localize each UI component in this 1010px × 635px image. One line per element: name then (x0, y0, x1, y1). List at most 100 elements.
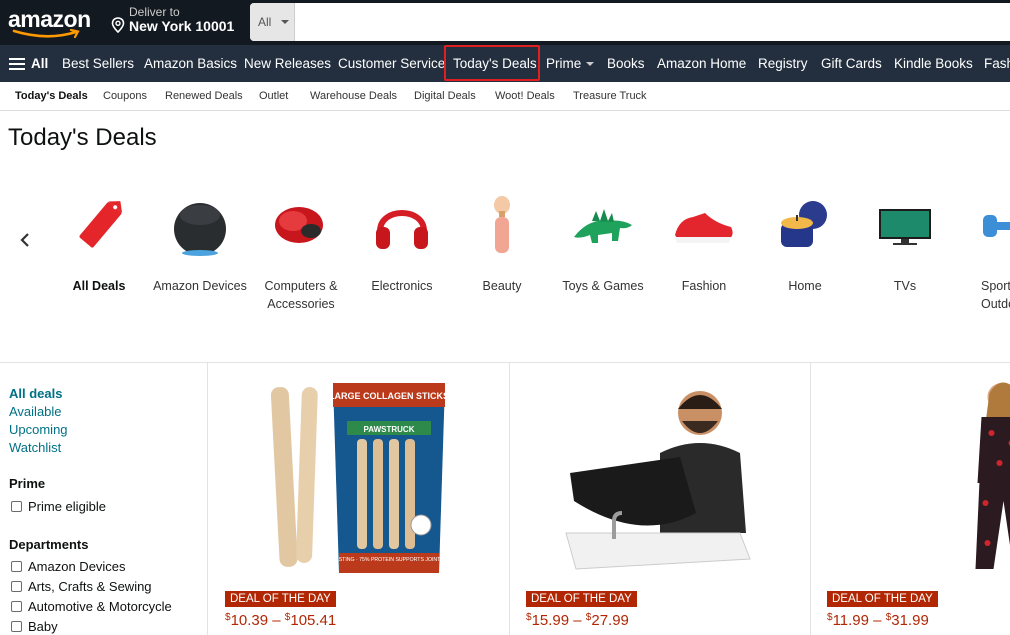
department-checkbox-baby[interactable]: Baby (11, 619, 58, 634)
category-label: Beauty (482, 279, 522, 293)
category-label: All Deals (72, 279, 126, 293)
checkbox-icon (11, 581, 22, 592)
sneaker-icon (675, 213, 733, 243)
search-category-dropdown[interactable]: All (250, 3, 295, 41)
hamburger-menu-icon (9, 57, 25, 70)
brush-icon (494, 196, 510, 253)
deal-card[interactable]: LARGE COLLAGEN STICKS PAWSTRUCK LONG LAS… (209, 363, 510, 635)
deal-card[interactable]: DEAL OF THE DAY $11.99 – $31.99 (811, 363, 1010, 635)
deals-subnav: Today's Deals Coupons Renewed Deals Outl… (0, 82, 1010, 111)
category-label: Sport Outdo (981, 279, 1010, 311)
checkbox-label: Prime eligible (28, 499, 107, 514)
price-high: 27.99 (591, 612, 629, 629)
price-separator: – (869, 612, 886, 629)
price-low: 15.99 (531, 612, 570, 629)
chevron-down-icon (281, 20, 290, 24)
category-label: Home (788, 279, 822, 293)
nav-item-customer-service[interactable]: Customer Service (338, 45, 445, 82)
candle-icon (781, 201, 827, 247)
top-header: amazon Deliver to New York 10001 All (0, 0, 1010, 45)
search-category-label: All (258, 15, 272, 29)
nav-item-amazon-basics[interactable]: Amazon Basics (144, 45, 237, 82)
prime-heading: Prime (9, 476, 46, 491)
subnav-treasure-truck[interactable]: Treasure Truck (573, 90, 647, 102)
category-label: Amazon Devices (153, 279, 247, 293)
nav-item-prime[interactable]: Prime (546, 45, 595, 82)
nav-prime-label: Prime (546, 56, 582, 71)
echo-speaker-icon (174, 203, 226, 256)
product-image-pajama-set (975, 382, 1010, 569)
checkbox-label: Arts, Crafts & Sewing (28, 579, 152, 594)
headphones-icon (376, 210, 428, 249)
carousel-prev-button[interactable] (18, 232, 32, 248)
nav-item-kindle-books[interactable]: Kindle Books (894, 45, 973, 82)
red-tag-icon (79, 201, 123, 248)
nav-item-fashion[interactable]: Fash (984, 45, 1010, 82)
smile-arrow-icon (12, 29, 80, 39)
nav-item-new-releases[interactable]: New Releases (244, 45, 331, 82)
department-checkbox-arts-crafts[interactable]: Arts, Crafts & Sewing (11, 579, 152, 594)
todays-deals-highlight-box (444, 45, 540, 81)
deal-price: $15.99 – $27.99 (526, 612, 629, 629)
price-separator: – (569, 612, 586, 629)
subnav-renewed-deals[interactable]: Renewed Deals (165, 90, 243, 102)
nav-item-registry[interactable]: Registry (758, 45, 808, 82)
deal-price: $10.39 – $105.41 (225, 612, 336, 629)
product-package-brand: PAWSTRUCK (364, 425, 415, 434)
subnav-todays-deals[interactable]: Today's Deals (15, 90, 88, 102)
filter-all-deals[interactable]: All deals (9, 386, 62, 401)
checkbox-label: Baby (28, 619, 58, 634)
location-pin-icon (111, 17, 125, 33)
filter-watchlist[interactable]: Watchlist (9, 440, 61, 455)
mouse-icon (275, 207, 323, 243)
filter-upcoming[interactable]: Upcoming (9, 422, 68, 437)
category-label: Computers & Accessories (264, 279, 338, 311)
checkbox-label: Automotive & Motorcycle (28, 599, 172, 614)
checkbox-icon (11, 621, 22, 632)
search-input[interactable] (296, 3, 1010, 41)
product-package-tagline: LONG LASTING · 75% PROTEIN SUPPORTS JOIN… (316, 557, 462, 563)
deliver-label: Deliver to (129, 5, 180, 19)
filters-sidebar: All deals Available Upcoming Watchlist P… (0, 363, 208, 635)
checkbox-label: Amazon Devices (28, 559, 126, 574)
checkbox-icon (11, 501, 22, 512)
nav-item-books[interactable]: Books (607, 45, 645, 82)
search-bar: All (250, 3, 1010, 41)
nav-all-menu[interactable]: All (9, 45, 48, 82)
deal-of-the-day-badge: DEAL OF THE DAY (526, 591, 637, 607)
product-image-beard-apron (565, 391, 751, 570)
department-checkbox-automotive[interactable]: Automotive & Motorcycle (11, 599, 172, 614)
dinosaur-toy-icon (574, 209, 632, 243)
deliver-location: New York 10001 (129, 18, 235, 34)
amazon-logo[interactable]: amazon (8, 4, 96, 40)
deal-price: $11.99 – $31.99 (827, 612, 929, 629)
product-image-collagen-sticks: LARGE COLLAGEN STICKS PAWSTRUCK LONG LAS… (270, 383, 462, 573)
tv-icon (879, 209, 931, 245)
category-label: TVs (893, 279, 917, 293)
deal-card[interactable]: DEAL OF THE DAY $15.99 – $27.99 (510, 363, 811, 635)
category-label: Toys & Games (562, 279, 644, 293)
prime-eligible-checkbox[interactable]: Prime eligible (11, 499, 106, 514)
nav-item-best-sellers[interactable]: Best Sellers (62, 45, 134, 82)
subnav-coupons[interactable]: Coupons (103, 90, 147, 102)
chevron-down-icon (586, 62, 595, 67)
page-title: Today's Deals (8, 124, 157, 151)
checkbox-icon (11, 601, 22, 612)
deal-of-the-day-badge: DEAL OF THE DAY (225, 591, 336, 607)
price-high: 105.41 (290, 612, 337, 629)
price-low: 11.99 (832, 612, 869, 629)
filter-available[interactable]: Available (9, 404, 62, 419)
nav-item-amazon-home[interactable]: Amazon Home (657, 45, 746, 82)
dumbbell-icon (983, 215, 1010, 237)
checkbox-icon (11, 561, 22, 572)
subnav-woot-deals[interactable]: Woot! Deals (495, 90, 555, 102)
nav-item-gift-cards[interactable]: Gift Cards (821, 45, 882, 82)
departments-heading: Departments (9, 537, 89, 552)
subnav-warehouse-deals[interactable]: Warehouse Deals (310, 90, 397, 102)
subnav-outlet[interactable]: Outlet (259, 90, 288, 102)
price-low: 10.39 (230, 612, 269, 629)
product-package-title: LARGE COLLAGEN STICKS (329, 391, 449, 401)
category-label: Fashion (681, 279, 727, 293)
department-checkbox-amazon-devices[interactable]: Amazon Devices (11, 559, 126, 574)
subnav-digital-deals[interactable]: Digital Deals (414, 90, 476, 102)
